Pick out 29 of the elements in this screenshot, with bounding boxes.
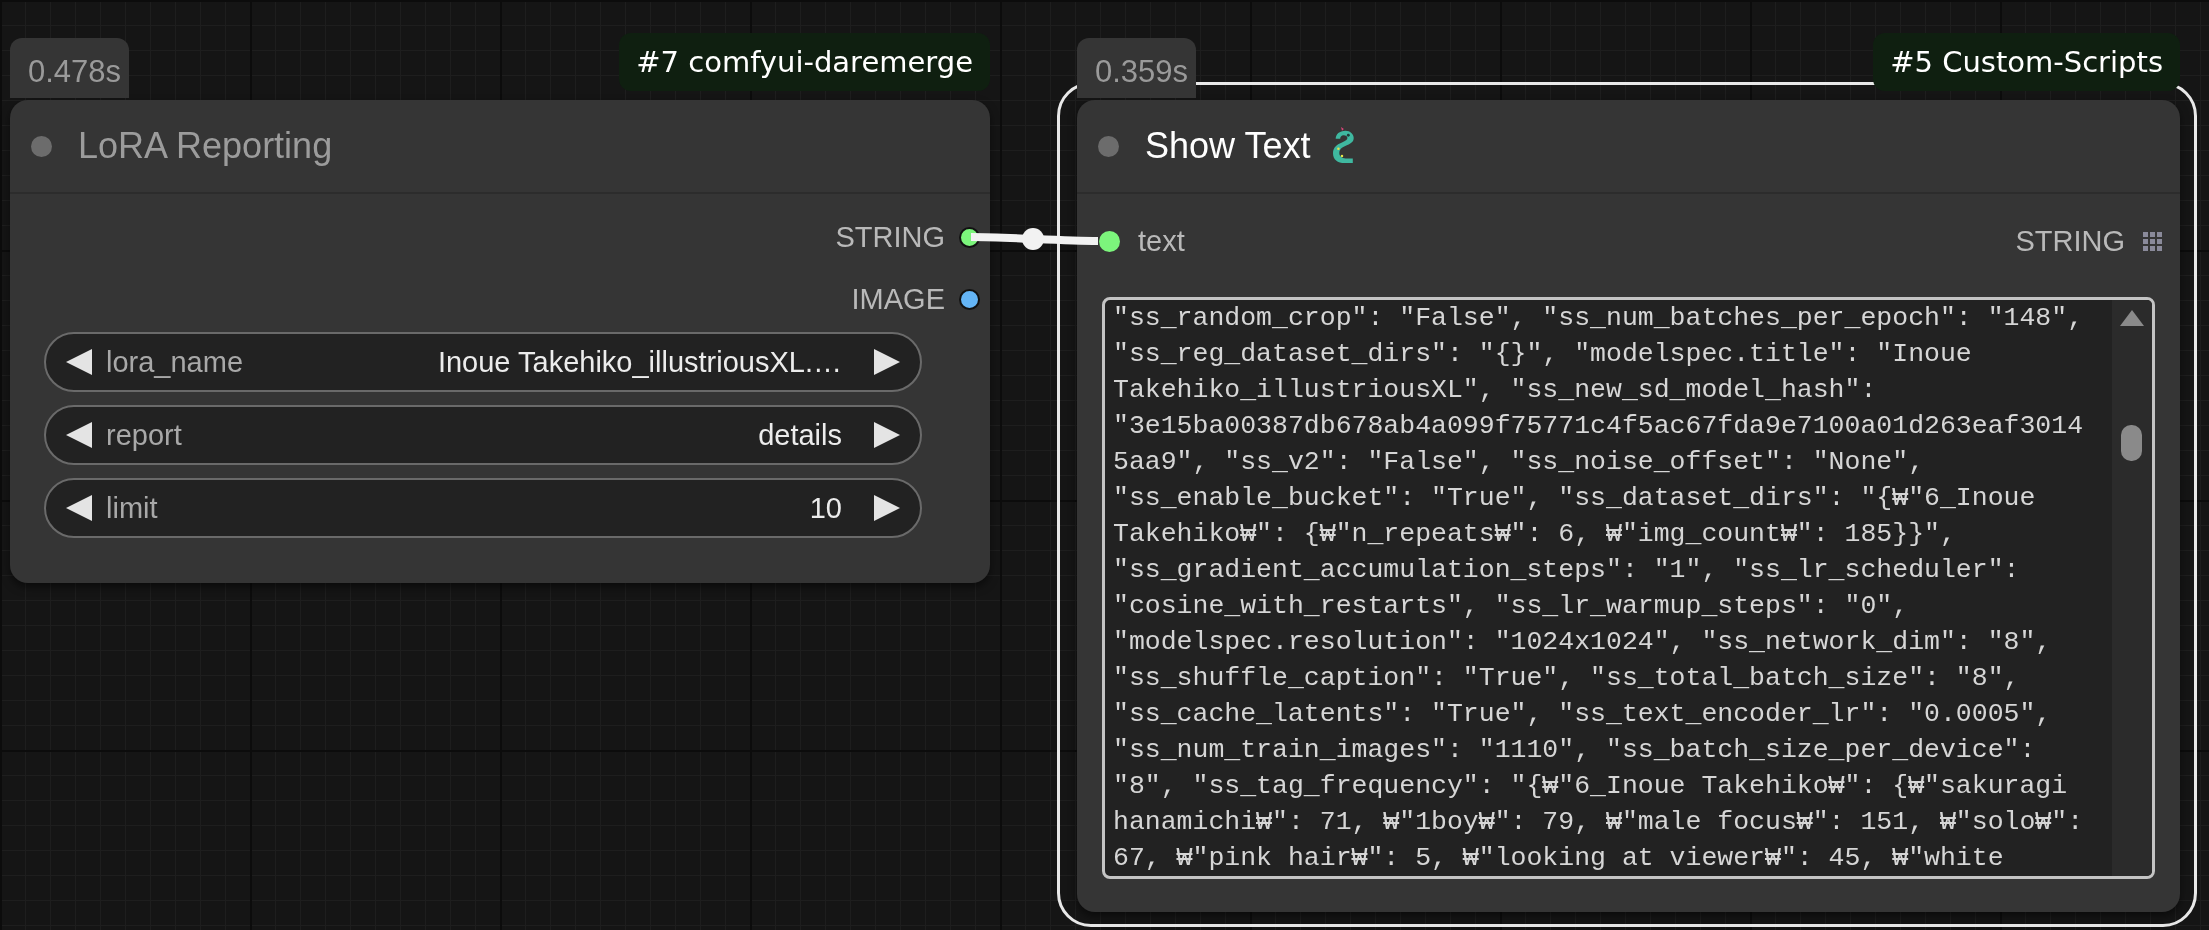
decrement-arrow-icon[interactable] [66,349,92,375]
output-label: STRING [835,220,945,254]
increment-arrow-icon[interactable] [874,495,900,521]
combo-widget[interactable]: report details [44,405,922,465]
node-title: LoRA Reporting [78,125,333,167]
decrement-arrow-icon[interactable] [66,495,92,521]
output-socket[interactable] [959,288,980,310]
scroll-up-icon[interactable] [2120,310,2144,326]
scrollbar[interactable] [2112,300,2152,876]
collapse-dot[interactable] [31,135,52,157]
execution-time: 0.359s [1077,38,1197,98]
collapse-dot[interactable] [1098,135,1119,157]
connection-wire[interactable] [970,228,1099,250]
output-label: IMAGE [851,282,945,316]
combo-widget[interactable]: limit 10 [44,478,922,538]
node-source-tag: #5 Custom-Scripts [1873,33,2180,91]
combo-widget[interactable]: lora_name Inoue Takehiko_illustriousXL.… [44,332,922,392]
node-panel[interactable]: LoRA Reporting STRING IMAGE lora_name Inoue Takehiko_illustriousXL.… report details limit 10 [10,100,990,583]
execution-time: 0.478s [10,38,130,98]
input-label: text [1138,224,1185,258]
output-label: STRING [2015,224,2125,258]
scroll-thumb[interactable] [2121,425,2142,461]
increment-arrow-icon[interactable] [874,422,900,448]
node-source-tag: #7 comfyui-daremerge [619,33,990,91]
node-title: Show Text [1145,125,1311,167]
decrement-arrow-icon[interactable] [66,422,92,448]
grid-icon[interactable] [2143,231,2162,251]
input-socket[interactable] [1099,230,1120,252]
increment-arrow-icon[interactable] [874,349,900,375]
